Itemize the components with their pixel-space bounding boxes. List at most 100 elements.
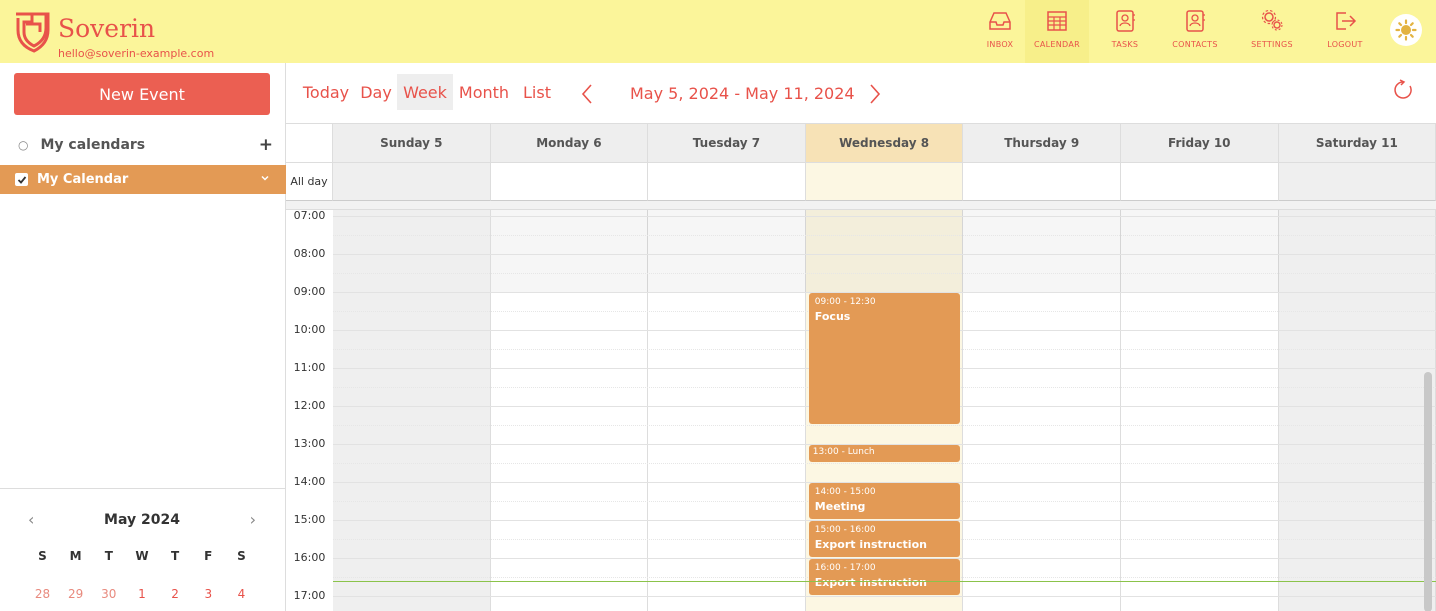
view-list-button[interactable]: List: [518, 74, 556, 110]
half-hour-line: [333, 235, 1436, 236]
mini-next-month-icon[interactable]: ›: [250, 510, 256, 529]
tasks-icon: [1116, 10, 1135, 32]
day-column[interactable]: [1278, 210, 1436, 611]
nav-settings[interactable]: SETTINGS: [1246, 0, 1298, 63]
add-calendar-icon[interactable]: +: [259, 135, 273, 155]
nav-calendar[interactable]: CALENDAR: [1025, 0, 1089, 63]
prev-week-icon[interactable]: [580, 83, 594, 111]
circle-icon: ○: [18, 138, 29, 152]
inbox-icon: [989, 12, 1011, 30]
calendar-item-my-calendar[interactable]: My Calendar: [0, 165, 286, 194]
chevron-down-icon[interactable]: [260, 172, 270, 187]
all-day-cell[interactable]: [333, 163, 491, 201]
weekday-label: M: [69, 549, 82, 563]
time-label: 10:00: [293, 323, 326, 336]
day-header[interactable]: Saturday 11: [1278, 124, 1436, 163]
brand-name[interactable]: Soverin: [58, 14, 155, 43]
weekday-label: T: [104, 549, 113, 563]
all-day-cell[interactable]: [648, 163, 806, 201]
nav-inbox[interactable]: INBOX: [982, 0, 1018, 63]
mini-day[interactable]: 29: [59, 587, 92, 601]
day-header[interactable]: Monday 6: [490, 124, 649, 163]
day-header[interactable]: Sunday 5: [333, 124, 491, 163]
refresh-icon[interactable]: [1392, 79, 1414, 107]
mini-day[interactable]: 28: [26, 587, 59, 601]
sidebar: New Event ○ My calendars + My Calendar ‹…: [0, 63, 286, 611]
calendar-event[interactable]: 15:00 - 16:00 Export instruction: [808, 521, 961, 557]
weekday-label: S: [38, 549, 47, 563]
user-email: hello@soverin-example.com: [58, 47, 215, 60]
time-label: 14:00: [293, 475, 326, 488]
checkbox-checked-icon[interactable]: [15, 173, 28, 186]
today-button[interactable]: Today: [300, 74, 352, 110]
mini-calendar-header: ‹ May 2024 ›: [28, 510, 256, 529]
hour-line: [333, 216, 1436, 217]
mini-day[interactable]: 30: [92, 587, 125, 601]
next-week-icon[interactable]: [868, 83, 882, 111]
time-label: 08:00: [293, 247, 326, 260]
nav-tasks-label: TASKS: [1111, 40, 1139, 49]
vertical-scrollbar[interactable]: [1424, 372, 1432, 611]
all-day-cell[interactable]: [490, 163, 649, 201]
new-event-button[interactable]: New Event: [14, 73, 270, 115]
time-label: 09:00: [293, 285, 326, 298]
nav-logout-label: LOGOUT: [1327, 40, 1363, 49]
all-day-cell[interactable]: [963, 163, 1121, 201]
mini-calendar-title: May 2024: [104, 511, 180, 528]
all-day-cell[interactable]: [1121, 163, 1279, 201]
nav-contacts[interactable]: CONTACTS: [1168, 0, 1222, 63]
nav-inbox-label: INBOX: [986, 40, 1014, 49]
mini-day[interactable]: 2: [159, 587, 192, 601]
weekday-label: S: [237, 549, 246, 563]
calendar-event[interactable]: 13:00 - Lunch: [808, 445, 961, 462]
all-day-cell[interactable]: [1278, 163, 1436, 201]
mini-day[interactable]: 3: [192, 587, 225, 601]
day-header[interactable]: Thursday 9: [963, 124, 1121, 163]
time-label: 07:00: [293, 209, 326, 222]
calendar-event[interactable]: 09:00 - 12:30 Focus: [808, 293, 961, 424]
shield-logo-icon: [16, 12, 50, 53]
date-range-title: May 5, 2024 - May 11, 2024: [630, 84, 855, 103]
mini-day[interactable]: 4: [225, 587, 258, 601]
half-hour-line: [333, 273, 1436, 274]
hour-line: [333, 596, 1436, 597]
day-column[interactable]: [333, 210, 491, 611]
event-time: 14:00 - 15:00: [814, 487, 876, 497]
current-time-line: [333, 580, 1436, 582]
sun-icon: [1395, 19, 1417, 41]
settings-icon: [1261, 9, 1283, 31]
time-label: 15:00: [293, 513, 326, 526]
event-time: 13:00 - Lunch: [812, 447, 875, 457]
grid-corner: [286, 124, 333, 163]
half-hour-line: [333, 425, 1436, 426]
all-day-cell[interactable]: [805, 163, 964, 201]
nav-calendar-label: CALENDAR: [1033, 40, 1080, 49]
view-month-button[interactable]: Month: [458, 74, 510, 110]
event-title: Meeting: [814, 500, 866, 513]
mini-calendar-weekdays: S M T W T F S: [26, 549, 258, 563]
nav-contacts-label: CONTACTS: [1172, 40, 1218, 49]
nav-logout[interactable]: LOGOUT: [1322, 0, 1368, 63]
nav-tasks[interactable]: TASKS: [1100, 0, 1150, 63]
contacts-icon: [1186, 10, 1205, 32]
mini-prev-month-icon[interactable]: ‹: [28, 510, 34, 529]
calendar-toolbar: Today Day Week Month List May 5, 2024 - …: [286, 63, 1436, 123]
day-header[interactable]: Tuesday 7: [648, 124, 806, 163]
weekday-label: F: [204, 549, 213, 563]
my-calendars-title: My calendars: [40, 137, 146, 153]
event-time: 16:00 - 17:00: [814, 563, 876, 573]
time-label: 17:00: [293, 589, 326, 602]
time-label: 16:00: [293, 551, 326, 564]
all-day-label: All day: [286, 163, 333, 201]
calendar-event[interactable]: 16:00 - 17:00 Export instruction: [808, 559, 961, 595]
event-title: Export instruction: [814, 538, 927, 551]
weekday-label: W: [135, 549, 149, 563]
mini-day[interactable]: 1: [125, 587, 158, 601]
calendar-event[interactable]: 14:00 - 15:00 Meeting: [808, 483, 961, 519]
nav-settings-label: SETTINGS: [1251, 40, 1293, 49]
view-day-button[interactable]: Day: [358, 74, 394, 110]
day-header[interactable]: Friday 10: [1121, 124, 1279, 163]
view-week-button[interactable]: Week: [397, 74, 453, 110]
theme-toggle-button[interactable]: [1390, 14, 1422, 46]
day-header[interactable]: Wednesday 8: [805, 124, 964, 163]
